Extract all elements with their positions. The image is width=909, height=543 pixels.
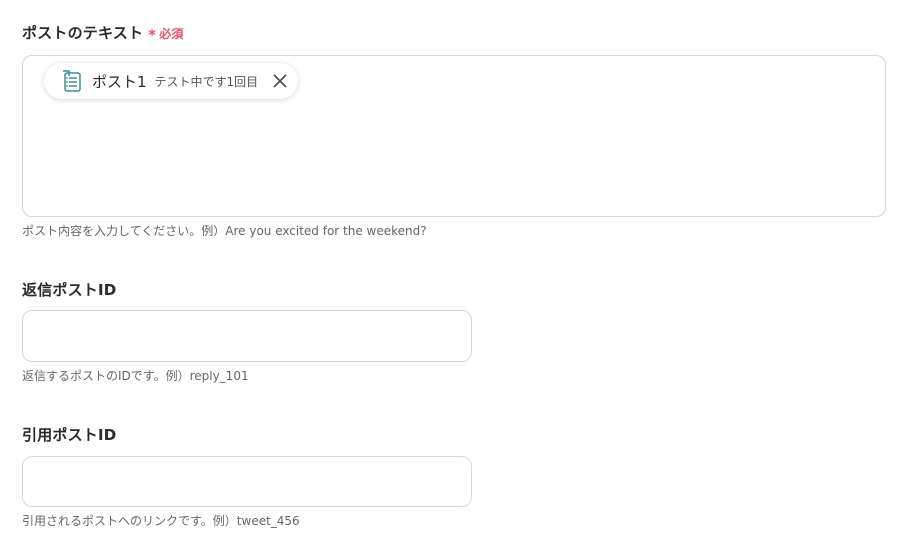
reply-post-id-input[interactable] <box>22 310 472 362</box>
required-badge: 必須 <box>159 27 184 41</box>
chip-value: テスト中です1回目 <box>154 74 259 89</box>
reply-post-id-label: 返信ポストID <box>22 281 117 299</box>
reply-post-id-help: 返信するポストのIDです。例）reply_101 <box>22 369 249 383</box>
quote-post-id-input[interactable] <box>22 456 472 507</box>
list-document-icon <box>63 70 81 92</box>
post-text-label: ポストのテキスト * 必須 <box>22 22 184 44</box>
quote-post-id-help: 引用されるポストへのリンクです。例）tweet_456 <box>22 514 300 528</box>
quote-post-id-label: 引用ポストID <box>22 426 117 444</box>
chip-label: ポスト1 <box>92 72 147 91</box>
post-text-label-text: ポストのテキスト <box>22 24 144 42</box>
post-text-help: ポスト内容を入力してください。例）Are you excited for the… <box>22 224 427 238</box>
variable-chip[interactable]: ポスト1 テスト中です1回目 <box>44 63 298 99</box>
close-icon[interactable] <box>272 73 288 89</box>
required-star: * <box>148 26 157 44</box>
